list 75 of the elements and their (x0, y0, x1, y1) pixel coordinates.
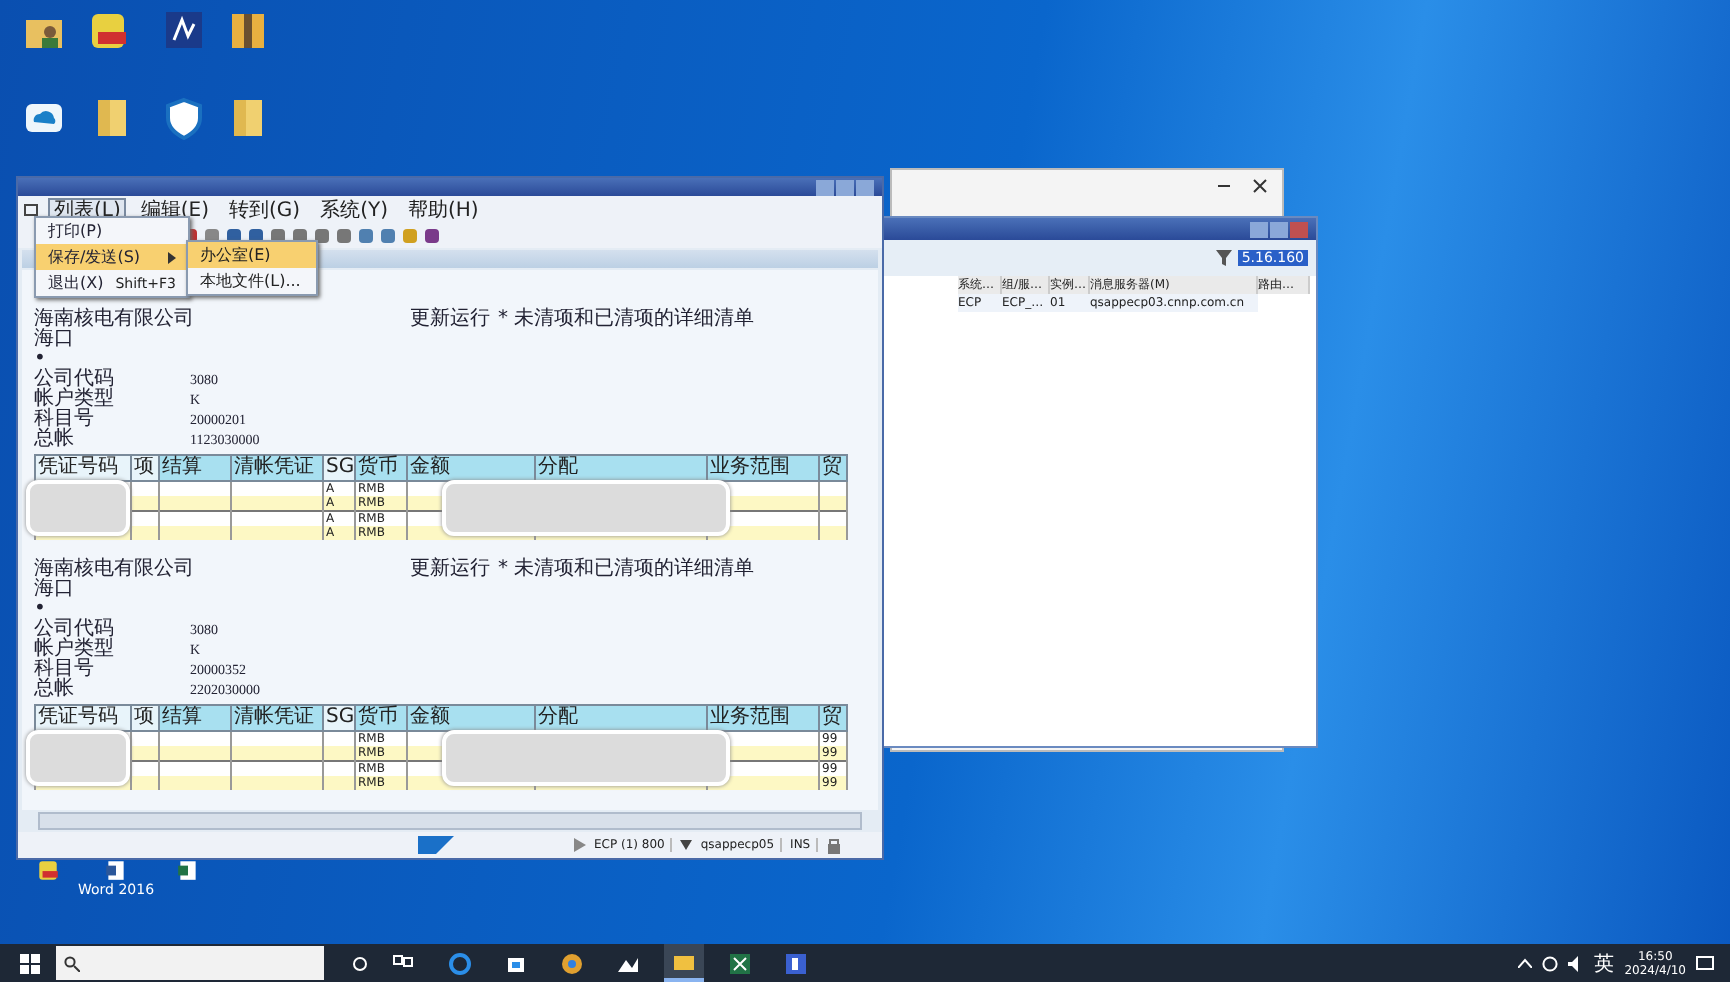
column-header[interactable]: 贸 (819, 705, 847, 731)
field-label: 总帐 (34, 680, 76, 700)
app-icon[interactable] (162, 8, 206, 52)
submenu-arrow-icon (168, 251, 176, 263)
report-subtitle: * 未清项和已清项的详细清单 (498, 560, 755, 580)
menu-item[interactable]: 打印(P) (36, 218, 188, 244)
search-field[interactable] (56, 946, 324, 980)
dropdown-icon[interactable] (680, 840, 693, 850)
menu-item[interactable]: 本地文件(L)... (188, 268, 316, 294)
column-header[interactable]: 清帐凭证 (231, 455, 323, 481)
column-header[interactable]: 货币 (355, 705, 407, 731)
logo-icon (418, 836, 454, 854)
bullet-marker: • (34, 350, 46, 370)
menu-icon[interactable] (24, 202, 40, 218)
column-header[interactable]: 项 (131, 705, 159, 731)
menu-item[interactable]: 转到(G) (223, 197, 307, 223)
horizontal-scrollbar[interactable] (38, 812, 862, 830)
browser-icon[interactable] (448, 951, 472, 975)
company-name: 海南核电有限公司 (34, 310, 194, 330)
menu-item[interactable]: 保存/发送(S) (36, 244, 188, 270)
menu-item[interactable]: 系统(Y) (314, 197, 394, 223)
city-name: 海口 (34, 330, 76, 350)
input-method[interactable]: 英 (1594, 949, 1615, 977)
column-header[interactable]: 项 (131, 455, 159, 481)
company-name: 海南核电有限公司 (34, 560, 194, 580)
field-label: 科目号 (34, 660, 96, 680)
column-header[interactable]: 结算 (159, 705, 231, 731)
app-icon[interactable] (784, 951, 808, 975)
column-header[interactable]: SG (323, 455, 355, 481)
filter-icon[interactable] (1215, 250, 1232, 266)
window-controls-icon[interactable] (1250, 221, 1310, 237)
city-name: 海口 (34, 580, 76, 600)
chevron-up-icon[interactable] (1518, 958, 1533, 968)
report-title: 更新运行 (410, 310, 490, 330)
start-icon[interactable] (20, 953, 40, 973)
close-icon[interactable] (1250, 176, 1270, 196)
play-icon[interactable] (574, 838, 586, 852)
shield-icon[interactable] (162, 96, 206, 140)
column-header[interactable]: 分配 (535, 705, 707, 731)
redaction-block (26, 480, 130, 536)
field-label: 帐户类型 (34, 640, 116, 660)
lock-icon[interactable] (826, 837, 843, 853)
document-icon[interactable] (104, 858, 128, 882)
report-title: 更新运行 (410, 560, 490, 580)
browser-icon[interactable] (560, 951, 584, 975)
cortana-icon[interactable] (352, 955, 368, 971)
column-header[interactable]: 业务范围 (707, 455, 819, 481)
column-header[interactable]: SG (323, 705, 355, 731)
report-subtitle: * 未清项和已清项的详细清单 (498, 310, 755, 330)
field-label: 科目号 (34, 410, 96, 430)
field-label: 总帐 (34, 430, 76, 450)
column-header[interactable]: 分配 (535, 455, 707, 481)
menu-item[interactable]: 帮助(H) (401, 197, 485, 223)
network-icon[interactable] (1542, 955, 1559, 971)
search-icon (64, 955, 80, 971)
spreadsheet-icon[interactable] (176, 858, 200, 882)
redaction-block (26, 730, 130, 786)
column-header[interactable]: 结算 (159, 455, 231, 481)
column-header[interactable]: 凭证号码 (35, 455, 131, 481)
bullet-marker: • (34, 600, 46, 620)
spreadsheet-icon[interactable] (728, 951, 752, 975)
column-header[interactable]: 业务范围 (707, 705, 819, 731)
field-label: 帐户类型 (34, 390, 116, 410)
field-label: 公司代码 (34, 620, 116, 640)
column-header[interactable]: 凭证号码 (35, 705, 131, 731)
archive-icon[interactable] (226, 8, 270, 52)
notification-icon[interactable] (1696, 955, 1714, 971)
menu-item[interactable]: 办公室(E) (188, 242, 316, 268)
column-header[interactable]: 贸 (819, 455, 847, 481)
field-label: 公司代码 (34, 370, 116, 390)
column-header[interactable]: 金额 (407, 455, 535, 481)
column-header[interactable]: 货币 (355, 455, 407, 481)
column-header[interactable]: 清帐凭证 (231, 705, 323, 731)
column-header[interactable]: 金额 (407, 705, 535, 731)
window-controls-icon[interactable] (816, 179, 876, 195)
